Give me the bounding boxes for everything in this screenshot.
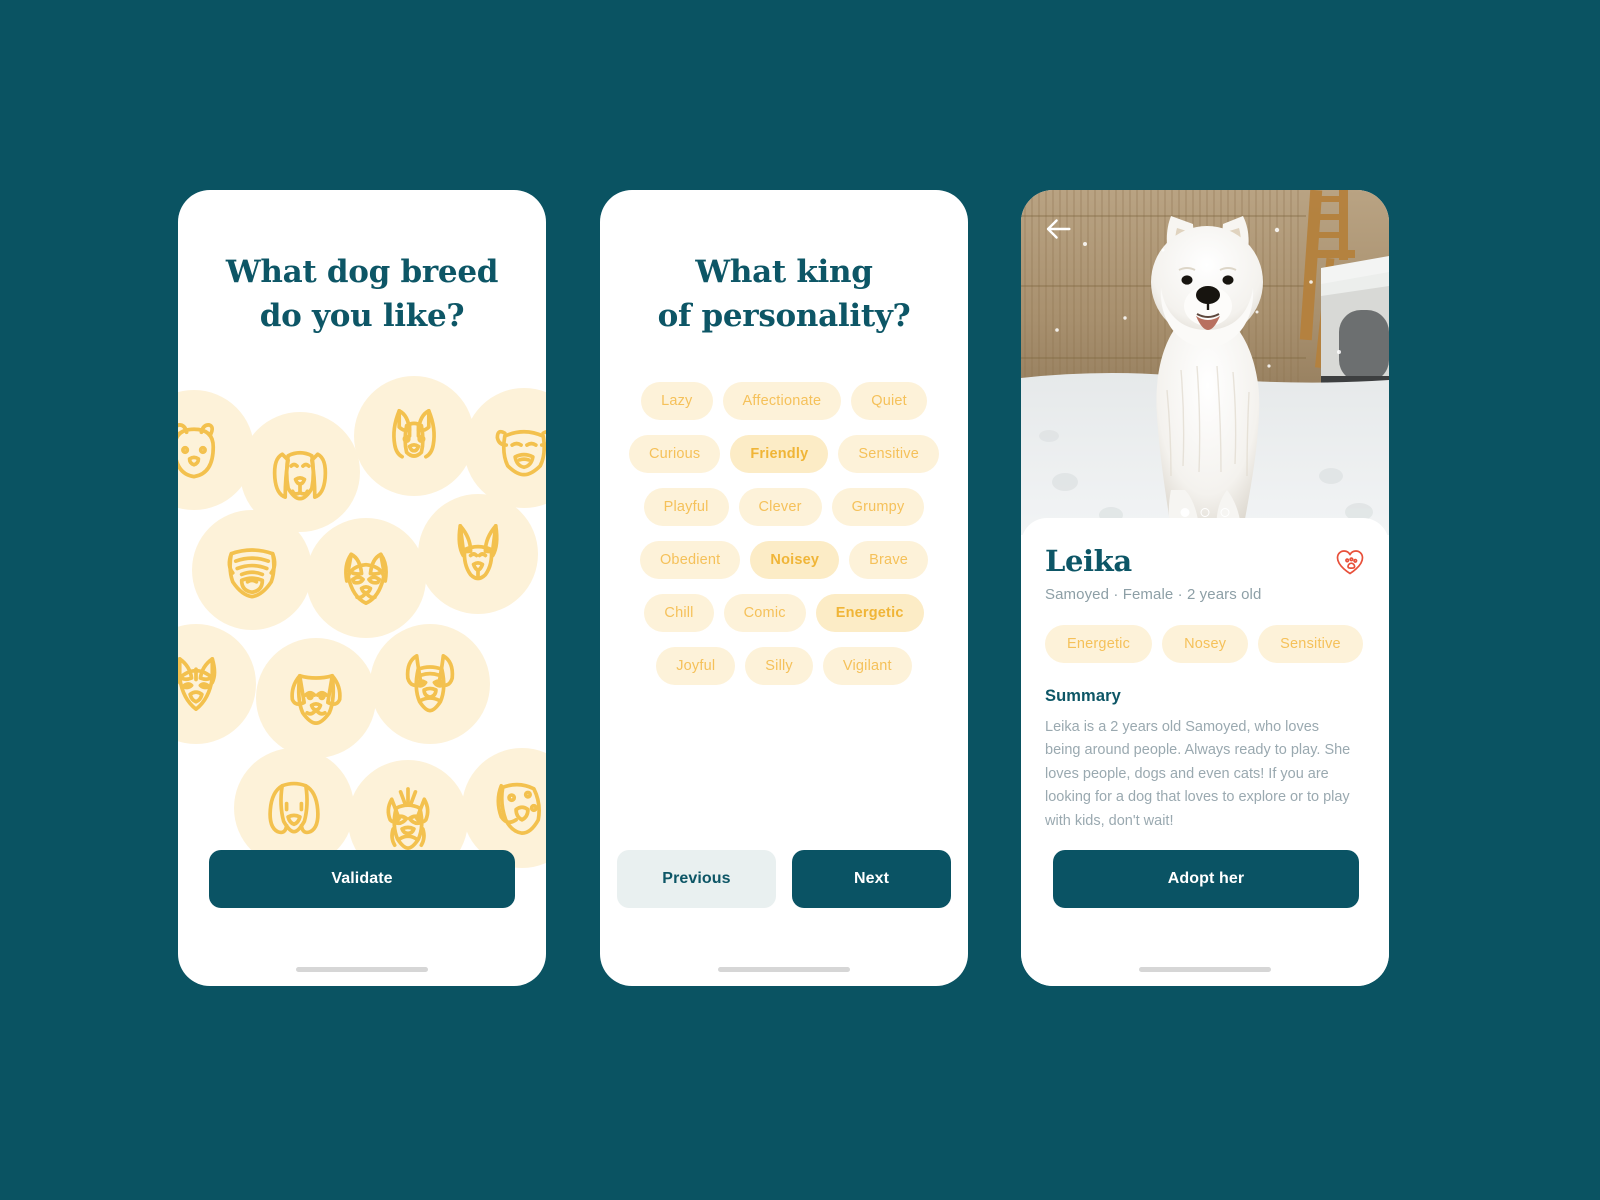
personality-tag-friendly[interactable]: Friendly [730, 435, 829, 473]
personality-tag-joyful[interactable]: Joyful [656, 647, 736, 685]
personality-tag-energetic[interactable]: Energetic [815, 594, 924, 632]
personality-tag-quiet[interactable]: Quiet [851, 382, 927, 420]
next-button[interactable]: Next [792, 850, 951, 908]
dog-trait-sensitive: Sensitive [1258, 624, 1363, 663]
breed-option-french-bulldog[interactable] [370, 624, 490, 744]
personality-title-line-2: of personality? [657, 298, 911, 335]
adopt-button[interactable]: Adopt her [1053, 850, 1359, 908]
dog-detail-card: Leika Samoyed · Female · 2 years old Ene… [1021, 518, 1389, 986]
breed-option-german-shepherd[interactable] [418, 494, 538, 614]
personality-tag-noisey[interactable]: Noisey [750, 541, 840, 579]
validate-button[interactable]: Validate [209, 850, 515, 908]
breed-option-bulldog[interactable] [464, 388, 546, 508]
personality-tag-list: Lazy Affectionate Quiet Curious Friendly Sens… [600, 382, 968, 685]
personality-tag-clever[interactable]: Clever [738, 488, 822, 526]
personality-tag-playful[interactable]: Playful [643, 488, 729, 526]
breed-title-line-1: What dog breed [225, 254, 499, 290]
dog-photo-illustration [1021, 190, 1389, 535]
favorite-heart-paw-icon[interactable] [1335, 548, 1365, 576]
personality-tag-lazy[interactable]: Lazy [641, 382, 713, 420]
dog-photo [1021, 190, 1389, 535]
personality-page-title: What king of personality? [600, 250, 968, 338]
dog-name: Leika [1045, 544, 1132, 578]
breed-option-shar-pei[interactable] [192, 510, 312, 630]
previous-button[interactable]: Previous [617, 850, 776, 908]
carousel-dot-1[interactable] [1180, 508, 1190, 517]
breed-title-line-2: do you like? [259, 298, 465, 335]
phone-screen-dog-detail: Leika Samoyed · Female · 2 years old Ene… [1021, 190, 1389, 986]
dog-meta: Samoyed · Female · 2 years old [1045, 585, 1262, 603]
carousel-dot-3[interactable] [1220, 508, 1230, 517]
personality-tag-brave[interactable]: Brave [849, 541, 929, 579]
breed-option-husky[interactable] [178, 624, 256, 744]
home-indicator [718, 967, 850, 972]
summary-text: Leika is a 2 years old Samoyed, who love… [1045, 718, 1351, 829]
app-mockup-stage: What dog breed do you like? Validate Wha… [0, 0, 1600, 1200]
personality-tag-silly[interactable]: Silly [745, 647, 813, 685]
breed-icon-grid [178, 366, 546, 880]
personality-tag-grumpy[interactable]: Grumpy [831, 488, 925, 526]
carousel-dot-2[interactable] [1200, 508, 1210, 517]
phone-screen-breed: What dog breed do you like? Validate [178, 190, 546, 986]
personality-tag-comic[interactable]: Comic [723, 594, 806, 632]
phone-screen-personality: What king of personality? Lazy Affectiona… [600, 190, 968, 986]
personality-tag-sensitive[interactable]: Sensitive [838, 435, 939, 473]
photo-carousel-dots [1180, 508, 1230, 517]
personality-tag-chill[interactable]: Chill [644, 594, 714, 632]
breed-page-title: What dog breed do you like? [178, 250, 546, 338]
home-indicator [296, 967, 428, 972]
personality-title-line-1: What king [695, 254, 873, 290]
personality-tag-curious[interactable]: Curious [628, 435, 721, 473]
dog-trait-list: Energetic Nosey Sensitive [1045, 624, 1375, 663]
personality-tag-obedient[interactable]: Obedient [639, 541, 741, 579]
breed-option-corgi[interactable] [354, 376, 474, 496]
summary-heading: Summary [1045, 686, 1121, 705]
dog-trait-energetic: Energetic [1045, 624, 1153, 663]
back-arrow-icon[interactable] [1041, 212, 1075, 246]
personality-tag-vigilant[interactable]: Vigilant [822, 647, 912, 685]
dog-trait-nosey: Nosey [1162, 624, 1249, 663]
breed-option-chihuahua[interactable] [256, 638, 376, 758]
personality-tag-affectionate[interactable]: Affectionate [722, 382, 842, 420]
breed-option-welsh-corgi[interactable] [306, 518, 426, 638]
home-indicator [1139, 967, 1271, 972]
